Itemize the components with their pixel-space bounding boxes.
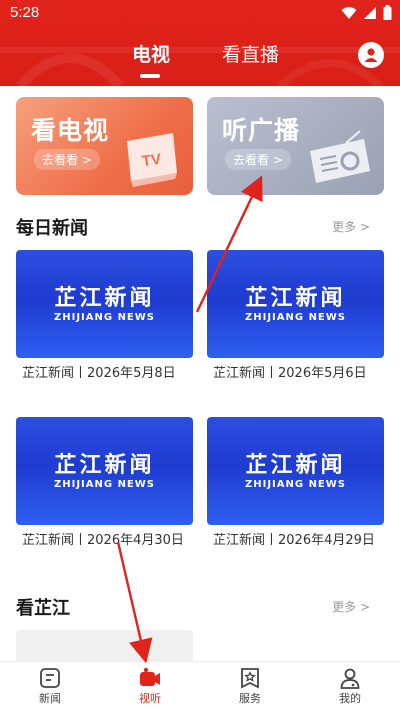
feature-go-button[interactable]: 去看看 > [225, 149, 291, 170]
tab-active-indicator [140, 74, 160, 78]
header: 5:28 电视 看直播 [0, 0, 400, 86]
watch-tv-card[interactable]: 看电视 去看看 > TV [16, 97, 193, 195]
news-thumbnail: 芷江新闻 ZHIJIANG NEWS [207, 417, 384, 525]
thumb-subtitle: ZHIJIANG NEWS [244, 312, 346, 323]
thumb-title: 芷江新闻 [54, 453, 155, 478]
status-icons [341, 5, 392, 20]
battery-icon [383, 5, 392, 20]
nav-video[interactable]: 视听 [100, 662, 200, 711]
thumb-title: 芷江新闻 [245, 453, 346, 478]
nav-profile[interactable]: 我的 [300, 662, 400, 711]
nav-service[interactable]: 服务 [200, 662, 300, 711]
news-card[interactable]: 芷江新闻 ZHIJIANG NEWS 芷江新闻丨2026年4月30日 [16, 417, 193, 551]
news-thumbnail: 芷江新闻 ZHIJIANG NEWS [207, 250, 384, 358]
nav-label: 视听 [139, 692, 161, 705]
news-caption: 芷江新闻丨2026年4月30日 [22, 533, 184, 548]
news-card[interactable]: 芷江新闻 ZHIJIANG NEWS 芷江新闻丨2026年4月29日 [207, 417, 384, 551]
signal-icon [364, 6, 376, 19]
wifi-icon [341, 6, 357, 19]
user-icon [364, 48, 378, 62]
tv-icon-label: TV [141, 151, 162, 171]
kan-zhijiang-more-link[interactable]: 更多 > [332, 598, 370, 615]
news-thumbnail: 芷江新闻 ZHIJIANG NEWS [16, 417, 193, 525]
daily-news-more-link[interactable]: 更多 > [332, 218, 370, 235]
tab-tv[interactable]: 电视 [132, 40, 170, 67]
nav-news[interactable]: 新闻 [0, 662, 100, 711]
thumb-subtitle: ZHIJIANG NEWS [53, 479, 155, 490]
kan-zhijiang-title: 看芷江 [16, 598, 70, 619]
tv-icon: TV [127, 133, 177, 187]
main-content: 看电视 去看看 > TV 听广播 去看看 > 每日新闻 更多 > 芷江新闻 ZH… [0, 86, 400, 661]
listen-radio-card[interactable]: 听广播 去看看 > [207, 97, 384, 195]
thumb-title: 芷江新闻 [245, 286, 346, 311]
user-avatar-button[interactable] [358, 42, 384, 68]
news-card[interactable]: 芷江新闻 ZHIJIANG NEWS 芷江新闻丨2026年5月8日 [16, 250, 193, 384]
kan-zhijiang-thumbnail[interactable] [16, 630, 193, 661]
nav-label: 新闻 [39, 692, 61, 705]
bottom-nav: 新闻 视听 服务 我的 [0, 661, 400, 711]
feature-title: 看电视 [31, 116, 110, 145]
thumb-title: 芷江新闻 [54, 286, 155, 311]
status-bar: 5:28 [0, 0, 400, 26]
status-time: 5:28 [10, 4, 40, 21]
nav-label: 服务 [239, 692, 261, 705]
news-caption: 芷江新闻丨2026年5月8日 [22, 366, 176, 381]
feature-title: 听广播 [222, 116, 301, 145]
video-camera-icon [140, 667, 160, 686]
news-caption: 芷江新闻丨2026年4月29日 [213, 533, 375, 548]
news-card[interactable]: 芷江新闻 ZHIJIANG NEWS 芷江新闻丨2026年5月6日 [207, 250, 384, 384]
news-thumbnail: 芷江新闻 ZHIJIANG NEWS [16, 250, 193, 358]
profile-icon [340, 668, 360, 689]
nav-label: 我的 [339, 692, 361, 705]
top-tabs: 电视 看直播 [0, 40, 400, 80]
daily-news-title: 每日新闻 [16, 218, 88, 239]
radio-icon [310, 130, 370, 183]
news-caption: 芷江新闻丨2026年5月6日 [213, 366, 367, 381]
tab-live[interactable]: 看直播 [222, 40, 279, 67]
thumb-subtitle: ZHIJIANG NEWS [244, 479, 346, 490]
news-icon [40, 668, 60, 688]
service-icon [241, 668, 259, 689]
feature-go-button[interactable]: 去看看 > [34, 149, 100, 170]
thumb-subtitle: ZHIJIANG NEWS [53, 312, 155, 323]
